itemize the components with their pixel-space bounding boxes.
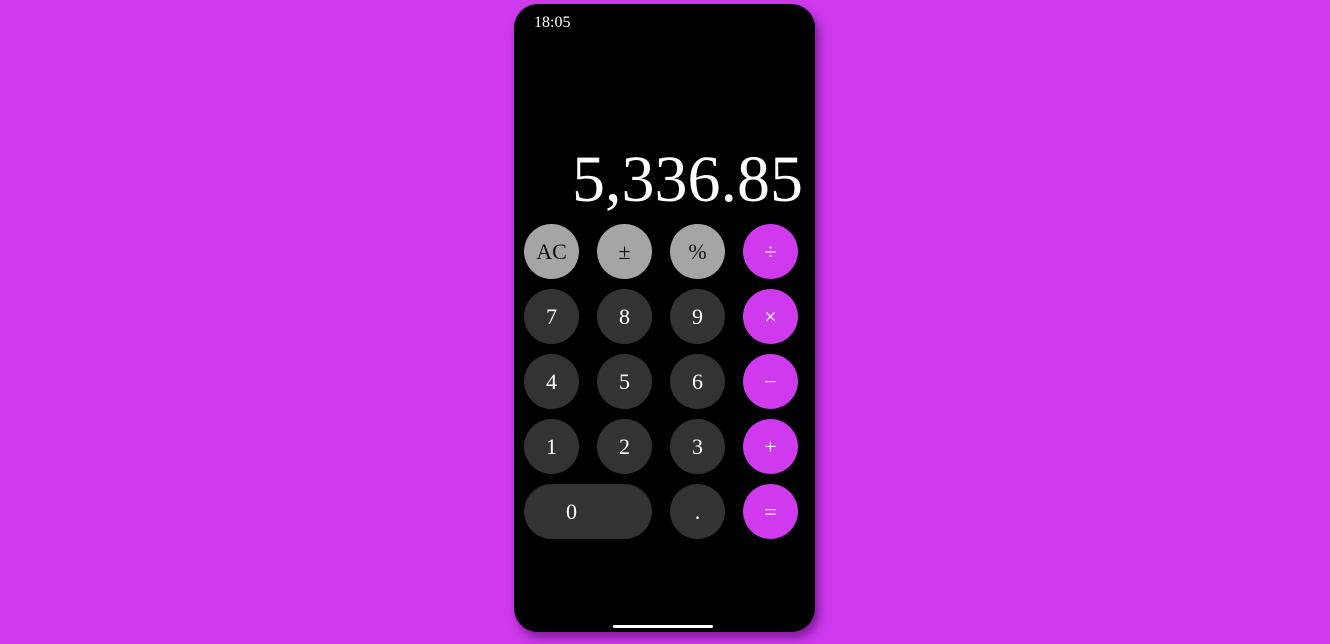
digit-8-button[interactable]: 8: [597, 289, 652, 344]
percent-button[interactable]: %: [670, 224, 725, 279]
digit-3-button[interactable]: 3: [670, 419, 725, 474]
decimal-button[interactable]: .: [670, 484, 725, 539]
digit-4-button[interactable]: 4: [524, 354, 579, 409]
digit-7-button[interactable]: 7: [524, 289, 579, 344]
sign-toggle-button[interactable]: ±: [597, 224, 652, 279]
digit-1-button[interactable]: 1: [524, 419, 579, 474]
subtract-button[interactable]: −: [743, 354, 798, 409]
divide-button[interactable]: ÷: [743, 224, 798, 279]
digit-2-button[interactable]: 2: [597, 419, 652, 474]
home-indicator[interactable]: [613, 625, 713, 628]
digit-9-button[interactable]: 9: [670, 289, 725, 344]
calculator-display: 5,336.85: [572, 143, 803, 216]
equals-button[interactable]: =: [743, 484, 798, 539]
digit-0-button[interactable]: 0: [524, 484, 652, 539]
multiply-button[interactable]: ×: [743, 289, 798, 344]
digit-5-button[interactable]: 5: [597, 354, 652, 409]
keypad: AC ± % ÷ 7 8 9 × 4 5 6 − 1 2 3 + 0 . =: [524, 224, 798, 539]
clear-button[interactable]: AC: [524, 224, 579, 279]
status-time: 18:05: [534, 14, 571, 31]
digit-6-button[interactable]: 6: [670, 354, 725, 409]
add-button[interactable]: +: [743, 419, 798, 474]
calculator-phone: 18:05 5,336.85 AC ± % ÷ 7 8 9 × 4 5 6 − …: [514, 4, 815, 632]
